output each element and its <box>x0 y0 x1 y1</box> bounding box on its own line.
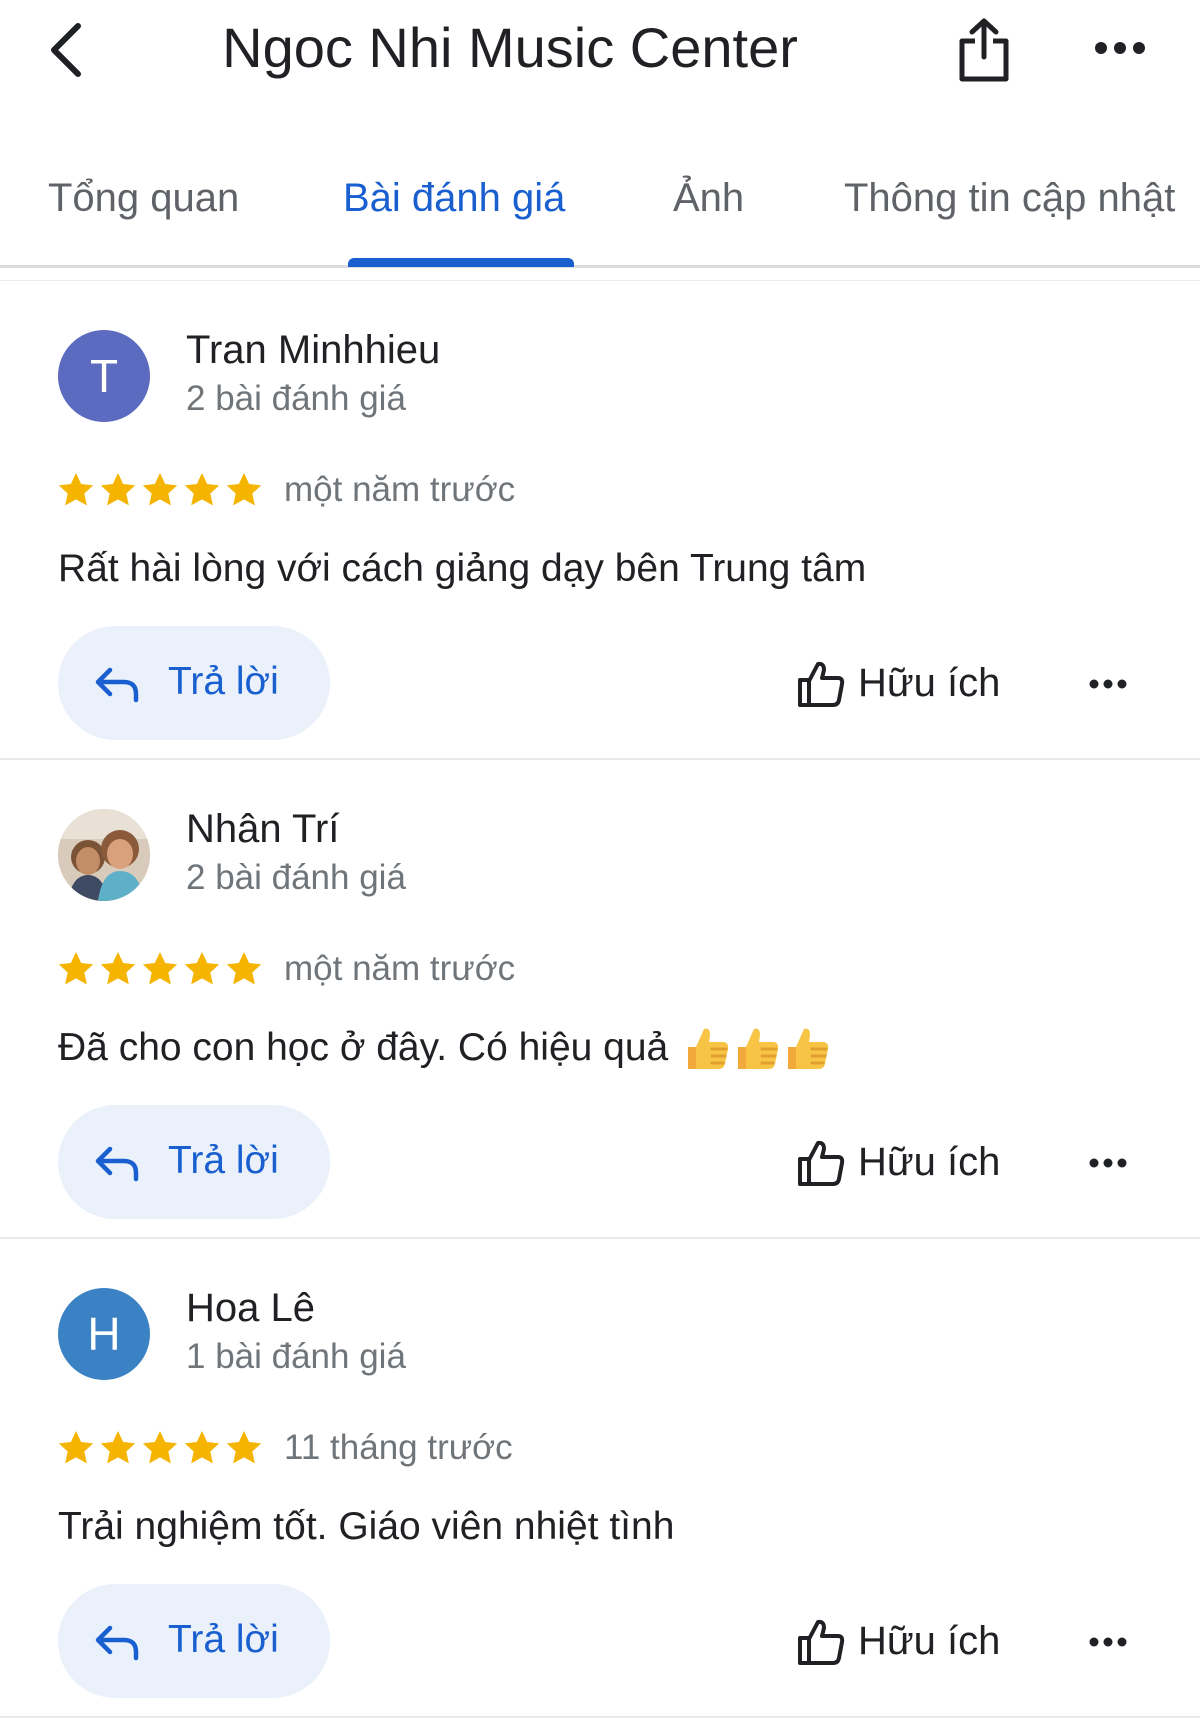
star-icon <box>184 473 220 506</box>
star-rating <box>56 1426 266 1470</box>
helpful-button[interactable]: Hữu ích <box>792 1596 1014 1686</box>
divider <box>0 1716 1200 1718</box>
review-date: 11 tháng trước <box>284 1428 513 1467</box>
reply-icon <box>95 1146 139 1182</box>
star-icon <box>226 1431 262 1464</box>
review-date: một năm trước <box>284 949 516 988</box>
reply-button[interactable]: Trả lời <box>58 1584 330 1698</box>
helpful-label: Hữu ích <box>858 661 1001 705</box>
tab-updates[interactable]: Thông tin cập nhật <box>844 172 1175 224</box>
more-horizontal-icon <box>1095 42 1145 54</box>
reviewer-review-count: 1 bài đánh giá <box>186 1337 406 1376</box>
star-icon <box>58 1431 94 1464</box>
star-icon <box>58 952 94 985</box>
review-text-content: Đã cho con học ở đây. Có hiệu quả <box>58 1026 669 1069</box>
star-icon <box>58 473 94 506</box>
star-icon <box>100 952 136 985</box>
star-icon <box>100 1431 136 1464</box>
avatar-photo <box>58 809 150 901</box>
divider <box>0 280 1200 281</box>
helpful-label: Hữu ích <box>858 1619 1001 1663</box>
chevron-left-icon <box>51 23 81 77</box>
star-icon <box>142 473 178 506</box>
avatar[interactable]: H <box>58 1288 150 1380</box>
thumbs-up-emoji-group <box>682 1023 832 1073</box>
review-card: Nhân Trí 2 bài đánh giá một năm trước Đã… <box>0 761 1200 1239</box>
more-horizontal-icon <box>1089 1637 1127 1647</box>
thumbs-up-icon <box>798 661 845 707</box>
tab-bar: Tổng quan Bài đánh giá Ảnh Thông tin cập… <box>0 150 1200 268</box>
tab-photos[interactable]: Ảnh <box>673 172 744 224</box>
back-button[interactable] <box>36 14 96 86</box>
avatar-letter: H <box>87 1308 121 1360</box>
thumbs-up-emoji-icon <box>738 1028 779 1069</box>
more-options-button[interactable] <box>1080 16 1160 80</box>
review-text: Trải nghiệm tốt. Giáo viên nhiệt tình <box>58 1502 674 1552</box>
review-card: H Hoa Lê 1 bài đánh giá 11 tháng trước T… <box>0 1240 1200 1718</box>
more-horizontal-icon <box>1089 679 1127 689</box>
share-icon <box>959 18 1009 82</box>
star-icon <box>142 952 178 985</box>
reply-icon <box>95 667 139 703</box>
avatar-letter: T <box>89 350 119 402</box>
review-more-button[interactable] <box>1080 654 1136 714</box>
star-icon <box>142 1431 178 1464</box>
helpful-button[interactable]: Hữu ích <box>792 638 1014 728</box>
review-text: Rất hài lòng với cách giảng dạy bên Trun… <box>58 544 866 594</box>
reviewer-name[interactable]: Tran Minhhieu <box>186 326 440 374</box>
page-title: Ngoc Nhi Music Center <box>222 16 798 79</box>
thumbs-up-emoji-icon <box>688 1028 729 1069</box>
review-text-content: Rất hài lòng với cách giảng dạy bên Trun… <box>58 547 867 590</box>
review-text-content: Trải nghiệm tốt. Giáo viên nhiệt tình <box>58 1505 675 1548</box>
thumbs-up-icon <box>798 1140 845 1186</box>
star-icon <box>100 473 136 506</box>
reply-label: Trả lời <box>168 660 279 703</box>
more-horizontal-icon <box>1089 1158 1127 1168</box>
reviewer-name[interactable]: Hoa Lê <box>186 1284 315 1332</box>
avatar[interactable]: T <box>58 330 150 422</box>
thumbs-up-emoji-icon <box>788 1028 829 1069</box>
reviewer-review-count: 2 bài đánh giá <box>186 379 406 418</box>
helpful-button[interactable]: Hữu ích <box>792 1117 1014 1207</box>
review-card: T Tran Minhhieu 2 bài đánh giá một năm t… <box>0 282 1200 760</box>
review-more-button[interactable] <box>1080 1612 1136 1672</box>
share-button[interactable] <box>948 10 1020 90</box>
reply-label: Trả lời <box>168 1618 279 1661</box>
reply-button[interactable]: Trả lời <box>58 1105 330 1219</box>
star-icon <box>226 473 262 506</box>
review-text: Đã cho con học ở đây. Có hiệu quả <box>58 1023 832 1073</box>
tab-reviews[interactable]: Bài đánh giá <box>343 172 565 224</box>
reply-label: Trả lời <box>168 1139 279 1182</box>
reply-button[interactable]: Trả lời <box>58 626 330 740</box>
top-bar: Ngoc Nhi Music Center <box>0 0 1200 110</box>
helpful-label: Hữu ích <box>858 1140 1001 1184</box>
thumbs-up-icon <box>798 1619 845 1665</box>
reviewer-name[interactable]: Nhân Trí <box>186 805 339 853</box>
active-tab-indicator <box>348 258 574 267</box>
divider <box>0 758 1200 760</box>
star-icon <box>184 952 220 985</box>
star-icon <box>226 952 262 985</box>
avatar[interactable] <box>58 809 150 901</box>
star-rating <box>56 947 266 991</box>
star-rating <box>56 468 266 512</box>
review-more-button[interactable] <box>1080 1133 1136 1193</box>
tab-overview[interactable]: Tổng quan <box>48 172 239 224</box>
star-icon <box>184 1431 220 1464</box>
reply-icon <box>95 1625 139 1661</box>
reviewer-review-count: 2 bài đánh giá <box>186 858 406 897</box>
divider <box>0 1237 1200 1239</box>
review-date: một năm trước <box>284 470 516 509</box>
